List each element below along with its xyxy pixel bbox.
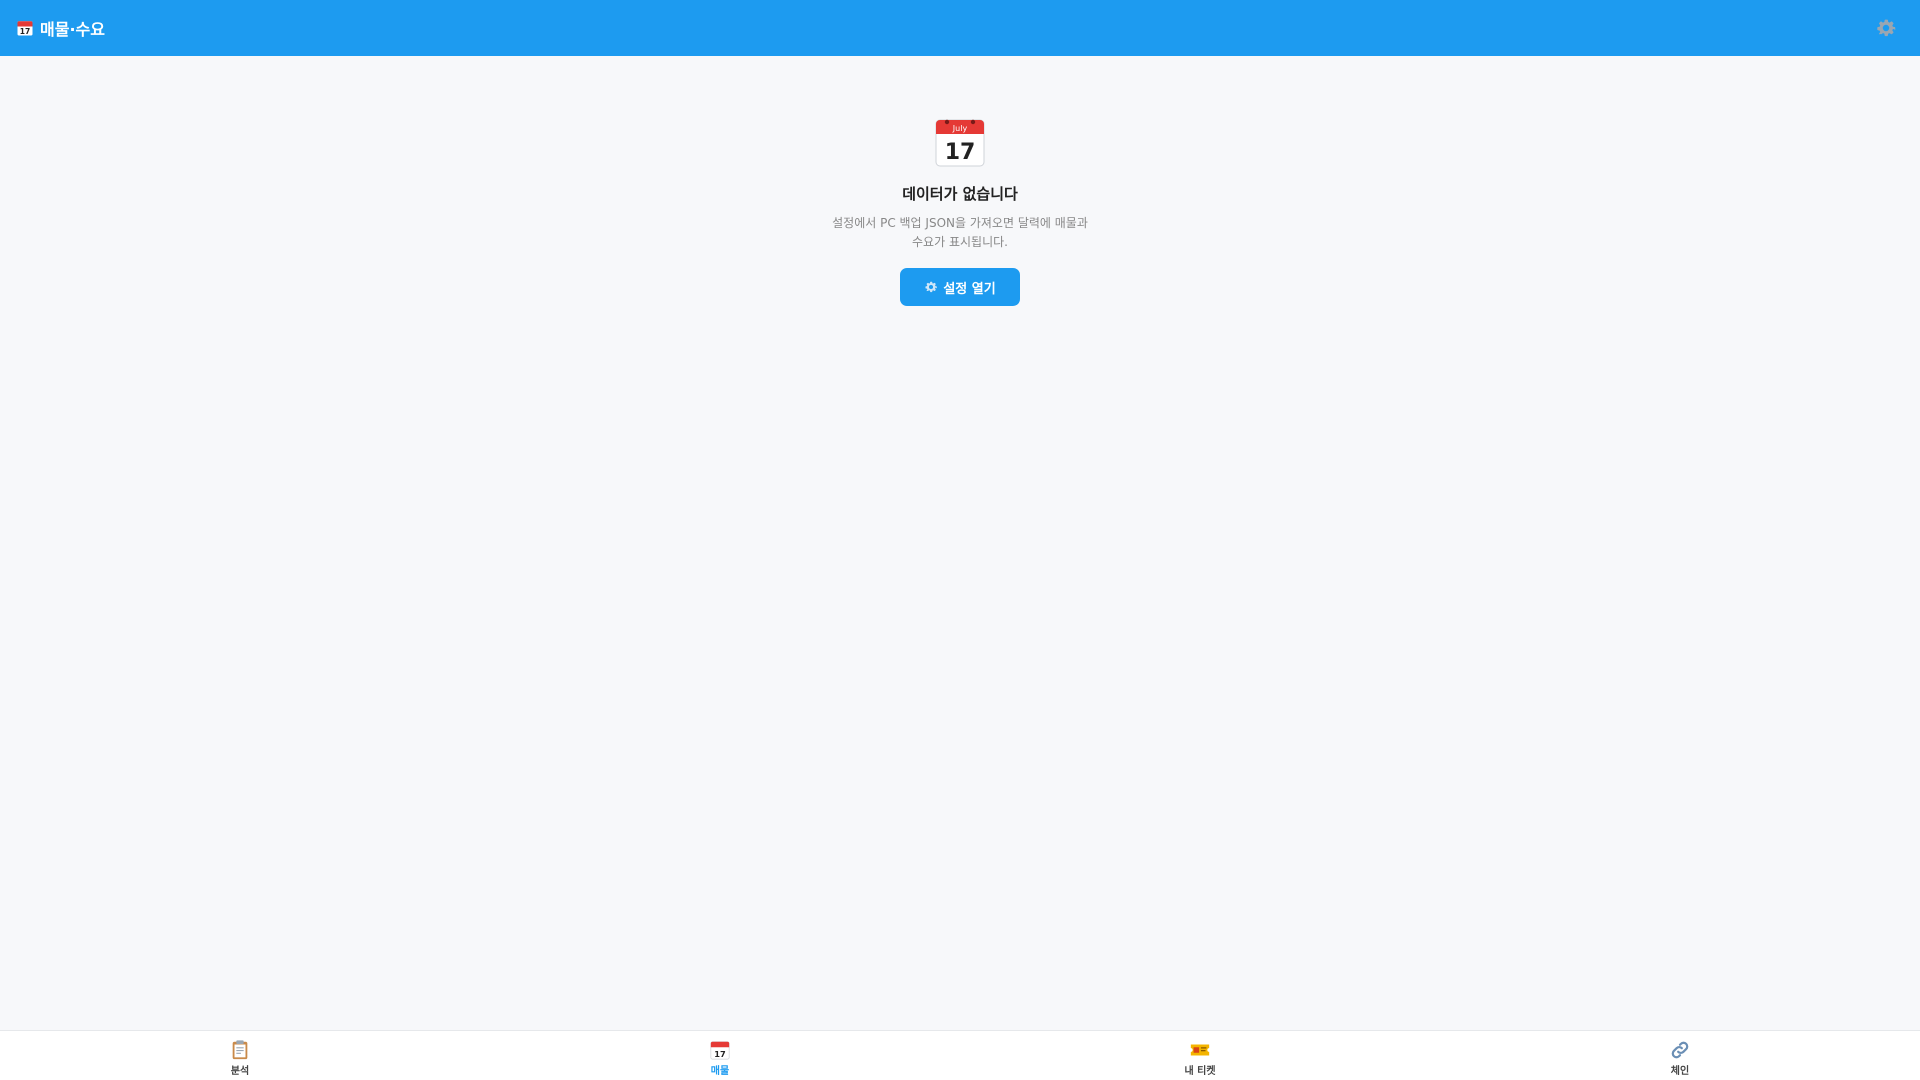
link-icon — [1671, 1041, 1689, 1059]
svg-text:17: 17 — [20, 27, 30, 36]
calendar-icon: 17 — [17, 21, 33, 36]
open-settings-label: 설정 열기 — [943, 281, 996, 297]
settings-button[interactable] — [1868, 10, 1904, 46]
gear-icon — [1877, 19, 1896, 37]
svg-text:17: 17 — [714, 1049, 726, 1059]
svg-text:17: 17 — [945, 140, 976, 165]
nav-label-listings: 매물 — [710, 1066, 730, 1077]
svg-text:July: July — [952, 124, 968, 133]
ticket-icon — [1190, 1044, 1210, 1056]
gear-icon — [925, 281, 938, 293]
page-title: 매물·수요 — [40, 20, 105, 39]
open-settings-button[interactable]: 설정 열기 — [900, 268, 1020, 306]
nav-label-my-tickets: 내 티켓 — [1184, 1066, 1216, 1077]
bottom-nav: 분석 17 매물 내 티켓 체인 — [0, 1030, 1920, 1080]
nav-item-chain[interactable]: 체인 — [1440, 1031, 1920, 1080]
nav-label-chain: 체인 — [1670, 1066, 1690, 1077]
empty-state: July 17 데이터가 없습니다 설정에서 PC 백업 JSON을 가져오면 … — [0, 115, 1920, 306]
empty-state-title: 데이터가 없습니다 — [902, 185, 1018, 203]
header-title-group: 17 매물·수요 — [16, 16, 105, 40]
nav-item-my-tickets[interactable]: 내 티켓 — [960, 1031, 1440, 1080]
nav-item-listings[interactable]: 17 매물 — [480, 1031, 960, 1080]
empty-state-description: 설정에서 PC 백업 JSON을 가져오면 달력에 매물과 수요가 표시됩니다. — [832, 216, 1088, 249]
top-app-bar: 17 매물·수요 — [0, 0, 1920, 56]
clipboard-icon — [232, 1040, 248, 1060]
nav-label-analysis: 분석 — [230, 1066, 250, 1077]
nav-item-analysis[interactable]: 분석 — [0, 1031, 480, 1080]
app-root: 17 매물·수요 July 17 데이터가 없습니다 설정에서 PC 백업 JS… — [0, 0, 1920, 1080]
calendar-icon: July 17 — [935, 119, 985, 167]
calendar-icon: 17 — [710, 1041, 730, 1060]
